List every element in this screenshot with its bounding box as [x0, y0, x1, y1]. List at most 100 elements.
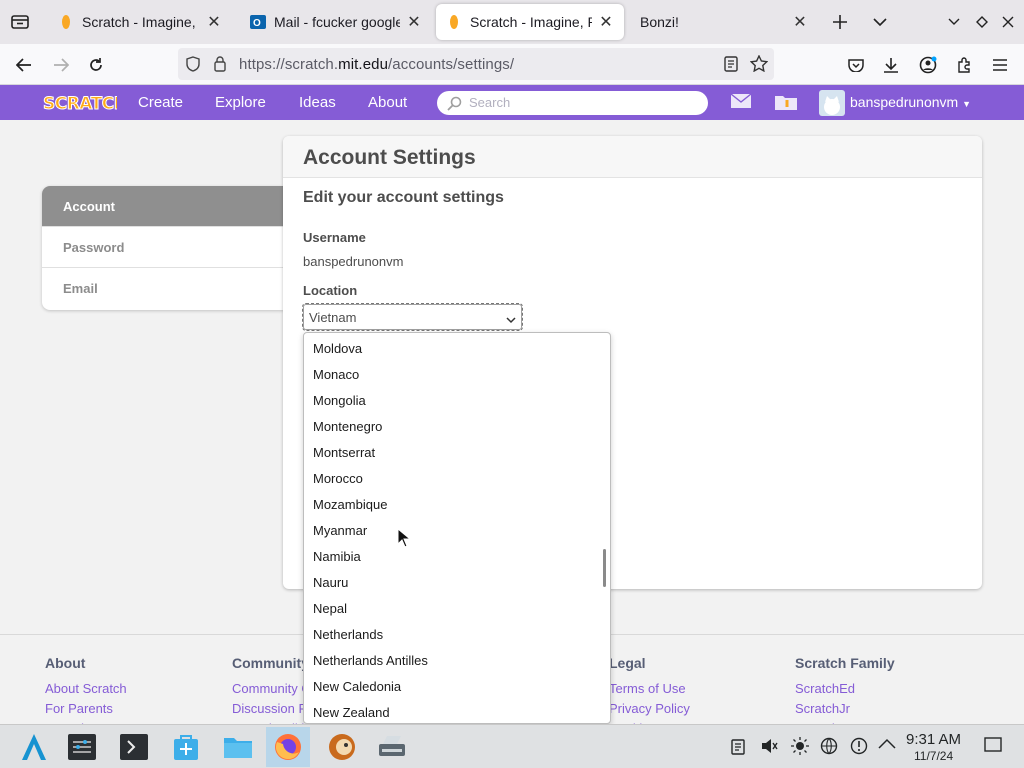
- terminal-icon[interactable]: [112, 727, 156, 767]
- footer-link[interactable]: ScratchJr: [795, 699, 895, 719]
- search-icon: [447, 96, 462, 116]
- url-text[interactable]: https://scratch.mit.edu/accounts/setting…: [239, 56, 514, 73]
- footer-link[interactable]: ScratchEd: [795, 679, 895, 699]
- back-arrow-icon[interactable]: [13, 54, 35, 76]
- scratch-favicon-icon: [446, 14, 462, 30]
- dropdown-option[interactable]: Namibia: [304, 545, 610, 571]
- scratch-header: SCRATCH Create Explore Ideas About Searc…: [0, 85, 1024, 120]
- my-stuff-folder-icon[interactable]: [774, 93, 798, 116]
- avatar[interactable]: [819, 90, 845, 116]
- messages-envelope-icon[interactable]: [730, 93, 752, 115]
- close-tab-icon[interactable]: ✕: [792, 14, 808, 31]
- os-taskbar: 9:31 AM 11/7/24: [0, 724, 1024, 768]
- dropdown-option[interactable]: Moldova: [304, 337, 610, 363]
- svg-text:O: O: [253, 18, 261, 29]
- nav-create[interactable]: Create: [138, 94, 183, 111]
- footer-link[interactable]: About Scratch: [45, 679, 127, 699]
- footer-link[interactable]: For Parents: [45, 699, 127, 719]
- sidebar-item-email[interactable]: Email: [42, 268, 284, 309]
- scratch-search-input[interactable]: Search: [437, 91, 708, 115]
- downloads-icon[interactable]: [880, 54, 902, 76]
- dropdown-option[interactable]: Nepal: [304, 597, 610, 623]
- browser-tab-scratch-1[interactable]: Scratch - Imagine, Program ✕: [48, 4, 232, 40]
- brightness-icon[interactable]: [791, 737, 809, 755]
- account-icon[interactable]: [917, 54, 939, 76]
- footer-link[interactable]: Privacy Policy: [609, 699, 690, 719]
- file-manager-icon[interactable]: [216, 727, 260, 767]
- nav-explore[interactable]: Explore: [215, 94, 266, 111]
- lock-icon[interactable]: [213, 55, 227, 77]
- dropdown-option[interactable]: Mozambique: [304, 493, 610, 519]
- caret-down-icon: ▼: [962, 99, 971, 109]
- clipboard-icon[interactable]: [730, 737, 748, 755]
- reader-view-icon[interactable]: [724, 56, 738, 77]
- updates-icon[interactable]: [850, 737, 868, 755]
- dropdown-option[interactable]: Netherlands Antilles: [304, 649, 610, 675]
- tab-title: Mail - fcucker google: [274, 14, 400, 30]
- close-tab-icon[interactable]: ✕: [406, 14, 422, 31]
- tab-title: Bonzi!: [640, 14, 679, 30]
- location-select[interactable]: Vietnam: [302, 303, 523, 331]
- dropdown-option[interactable]: New Zealand: [304, 701, 610, 723]
- pocket-icon[interactable]: [845, 54, 867, 76]
- firefox-view-icon[interactable]: [8, 10, 32, 34]
- shield-icon[interactable]: [186, 56, 200, 77]
- window-close-icon[interactable]: [998, 12, 1018, 32]
- bookmark-star-icon[interactable]: [749, 54, 769, 77]
- chevron-up-icon[interactable]: [878, 737, 896, 755]
- scratch-favicon-icon: [58, 14, 74, 30]
- window-minimize-icon[interactable]: [944, 12, 964, 32]
- dropdown-option[interactable]: Morocco: [304, 467, 610, 493]
- dropdown-option[interactable]: New Caledonia: [304, 675, 610, 701]
- dropdown-option[interactable]: Mongolia: [304, 389, 610, 415]
- sidebar-item-account[interactable]: Account: [42, 186, 284, 227]
- firefox-taskbar-icon[interactable]: [266, 727, 310, 767]
- dropdown-option[interactable]: Montenegro: [304, 415, 610, 441]
- dropdown-scrollbar[interactable]: [603, 549, 606, 587]
- volume-muted-icon[interactable]: [760, 737, 778, 755]
- footer-link[interactable]: Terms of Use: [609, 679, 690, 699]
- footer-heading: About: [45, 655, 86, 671]
- sidebar-item-password[interactable]: Password: [42, 227, 284, 268]
- discover-store-icon[interactable]: [164, 727, 208, 767]
- dropdown-option[interactable]: Nauru: [304, 571, 610, 597]
- outlook-favicon-icon: O: [250, 14, 266, 30]
- bonzi-app-icon[interactable]: [320, 727, 364, 767]
- forward-arrow-icon[interactable]: [50, 54, 72, 76]
- system-settings-icon[interactable]: [60, 727, 104, 767]
- browser-tab-mail[interactable]: O Mail - fcucker google ✕: [240, 4, 432, 40]
- url-bar[interactable]: https://scratch.mit.edu/accounts/setting…: [178, 48, 774, 80]
- dropdown-option[interactable]: Netherlands: [304, 623, 610, 649]
- menu-hamburger-icon[interactable]: [989, 54, 1011, 76]
- reload-icon[interactable]: [85, 54, 107, 76]
- settings-sidebar: Account Password Email: [42, 186, 284, 310]
- username-menu[interactable]: banspedrunonvm ▼: [850, 94, 971, 110]
- nav-ideas[interactable]: Ideas: [299, 94, 336, 111]
- chevron-down-icon: [506, 312, 516, 327]
- location-dropdown-list[interactable]: Moldova Monaco Mongolia Montenegro Monts…: [303, 332, 611, 724]
- extensions-icon[interactable]: [953, 54, 975, 76]
- browser-tab-scratch-active[interactable]: Scratch - Imagine, Program ✕: [436, 4, 624, 40]
- dropdown-option[interactable]: Monaco: [304, 363, 610, 389]
- new-tab-icon[interactable]: [830, 12, 850, 32]
- window-maximize-icon[interactable]: [972, 12, 992, 32]
- search-placeholder: Search: [469, 95, 511, 110]
- show-desktop-icon[interactable]: [984, 737, 1002, 755]
- dropdown-option[interactable]: Montserrat: [304, 441, 610, 467]
- location-selected-value: Vietnam: [309, 310, 357, 325]
- list-all-tabs-icon[interactable]: [870, 12, 890, 32]
- dropdown-option[interactable]: Myanmar: [304, 519, 610, 545]
- scratch-logo[interactable]: SCRATCH: [42, 90, 129, 115]
- close-tab-icon[interactable]: ✕: [206, 14, 222, 31]
- tab-title: Scratch - Imagine, Program: [470, 14, 592, 30]
- browser-tab-bonzi[interactable]: Bonzi! ✕: [630, 4, 818, 40]
- clock-time[interactable]: 9:31 AM: [906, 731, 961, 748]
- scanner-app-icon[interactable]: [370, 727, 414, 767]
- network-icon[interactable]: [820, 737, 838, 755]
- panel-subtitle: Edit your account settings: [303, 189, 504, 206]
- close-tab-icon[interactable]: ✕: [598, 14, 614, 31]
- app-launcher-icon[interactable]: [12, 727, 56, 767]
- browser-tab-bar: Scratch - Imagine, Program ✕ O Mail - fc…: [0, 0, 1024, 44]
- clock-date[interactable]: 11/7/24: [914, 749, 953, 763]
- nav-about[interactable]: About: [368, 94, 407, 111]
